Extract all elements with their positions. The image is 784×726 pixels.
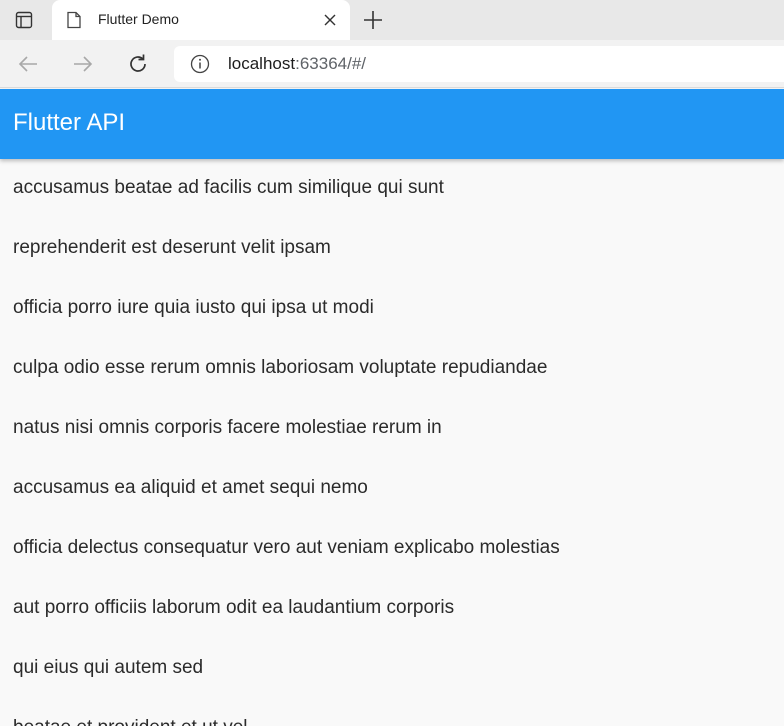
tab-title: Flutter Demo [98, 11, 179, 27]
posts-list: accusamus beatae ad facilis cum similiqu… [0, 159, 784, 726]
list-item: culpa odio esse rerum omnis laboriosam v… [13, 357, 548, 378]
list-item: officia delectus consequatur vero aut ve… [13, 537, 560, 558]
list-item: accusamus beatae ad facilis cum similiqu… [13, 177, 444, 198]
app-bar: Flutter API [0, 89, 784, 159]
app-title: Flutter API [13, 109, 126, 136]
back-arrow-icon [18, 56, 37, 72]
plus-icon [364, 11, 382, 29]
list-item: officia porro iure quia iusto qui ipsa u… [13, 297, 374, 318]
tab-actions-button[interactable] [8, 6, 40, 34]
reload-button[interactable] [124, 50, 152, 78]
list-item: beatae et provident et ut vel [0, 699, 784, 726]
address-bar[interactable]: localhost:63364/#/ [174, 46, 784, 82]
url-path: :63364/#/ [295, 54, 367, 73]
list-item: aut porro officiis laborum odit ea lauda… [13, 597, 455, 618]
close-tab-button[interactable] [320, 10, 340, 30]
browser-toolbar: localhost:63364/#/ [0, 40, 784, 88]
url-text[interactable]: localhost:63364/#/ [228, 54, 366, 74]
new-tab-button[interactable] [360, 7, 386, 33]
url-host: localhost [228, 54, 296, 73]
forward-arrow-icon [74, 56, 93, 72]
reload-icon [130, 54, 146, 72]
list-item: qui eius qui autem sed [13, 657, 204, 678]
list-item: reprehenderit est deserunt velit ipsam [13, 237, 331, 258]
tab-actions-icon [15, 11, 33, 29]
tab-strip: Flutter Demo [0, 0, 784, 40]
tab-flutter-demo[interactable]: Flutter Demo [52, 0, 350, 40]
close-icon [324, 14, 336, 26]
page-icon [67, 11, 81, 29]
list-item: accusamus ea aliquid et amet sequi nemo [13, 477, 368, 498]
list-item: natus nisi omnis corporis facere molesti… [13, 417, 442, 438]
back-button[interactable] [14, 50, 42, 78]
forward-button[interactable] [69, 50, 97, 78]
info-icon[interactable] [190, 54, 210, 74]
